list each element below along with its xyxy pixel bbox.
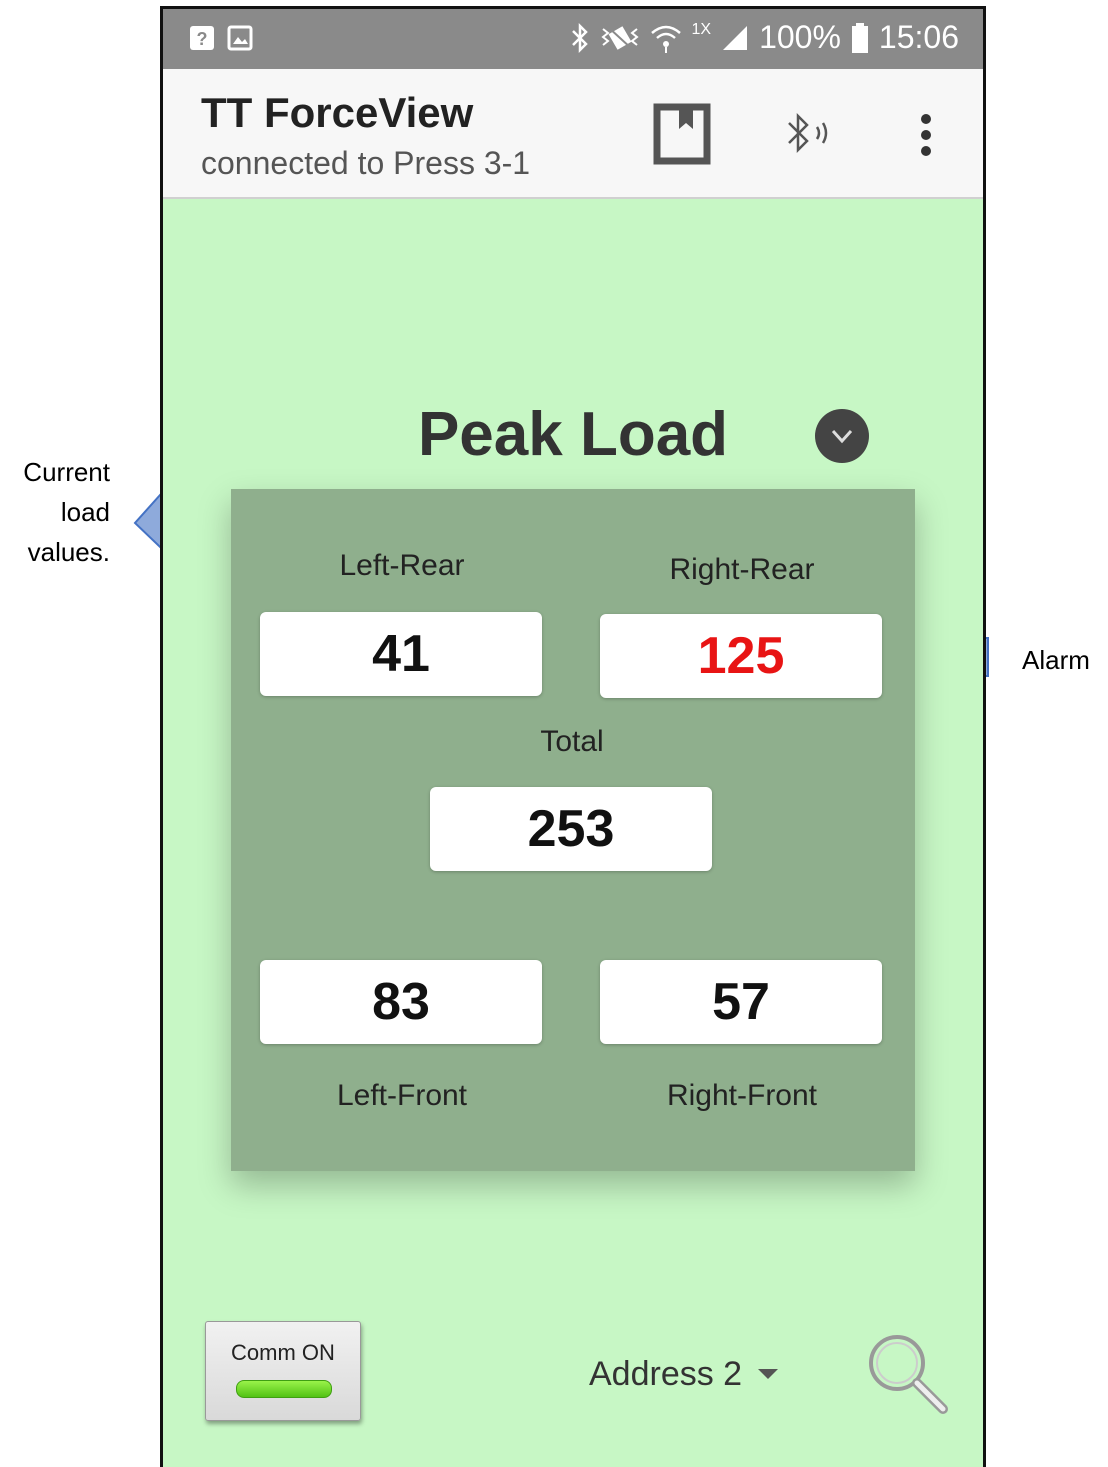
value-left-rear: 41 xyxy=(260,612,542,696)
callout-line: values. xyxy=(27,537,110,567)
search-icon[interactable] xyxy=(863,1329,953,1419)
address-value: Address 2 xyxy=(589,1354,743,1393)
mode-dropdown-button[interactable] xyxy=(815,409,869,463)
help-icon: ? xyxy=(190,26,214,50)
callout-line: load xyxy=(60,497,110,527)
battery-icon xyxy=(851,22,868,53)
label-left-front: Left-Front xyxy=(336,1079,468,1112)
callout-line: Current xyxy=(23,457,110,487)
label-right-rear: Right-Rear xyxy=(669,553,815,586)
value-right-rear-alarm: 125 xyxy=(600,614,882,698)
comm-status-led xyxy=(236,1380,332,1398)
label-left-rear: Left-Rear xyxy=(339,549,465,582)
bookmark-icon[interactable] xyxy=(653,103,711,165)
address-dropdown[interactable]: Address 2 xyxy=(589,1349,779,1399)
app-title: TT ForceView xyxy=(201,89,474,136)
comm-button-label: Comm ON xyxy=(231,1340,335,1365)
vibrate-icon xyxy=(600,25,639,50)
mode-title: Peak Load xyxy=(417,400,729,469)
svg-text:?: ? xyxy=(197,29,208,49)
image-icon xyxy=(227,25,253,51)
wifi-icon xyxy=(650,25,681,53)
battery-percent: 100% xyxy=(759,19,841,55)
phone-screen: ? 1X 100% 15:06 TT ForceView connected t… xyxy=(160,6,986,1467)
clock: 15:06 xyxy=(878,19,959,55)
label-total: Total xyxy=(540,725,604,758)
value-total: 253 xyxy=(430,787,712,871)
app-bar: TT ForceView connected to Press 3-1 xyxy=(163,69,983,199)
current-load-callout: Current load values. xyxy=(0,452,110,572)
more-vert-icon[interactable] xyxy=(917,113,935,157)
signal-icon xyxy=(723,25,748,50)
alarm-callout: Alarm xyxy=(1022,645,1090,675)
value-right-front: 57 xyxy=(600,960,882,1044)
chevron-down-icon xyxy=(831,429,853,444)
bluetooth-icon xyxy=(571,22,588,53)
value-left-front: 83 xyxy=(260,960,542,1044)
bluetooth-connected-icon[interactable] xyxy=(783,109,843,159)
load-panel: Left-Rear Right-Rear 41 125 Total 253 83… xyxy=(231,489,915,1171)
connection-status: connected to Press 3-1 xyxy=(201,145,531,181)
dropdown-caret-icon xyxy=(758,1369,779,1379)
comm-toggle-button[interactable]: Comm ON xyxy=(205,1321,361,1421)
status-bar: ? 1X 100% 15:06 xyxy=(163,9,983,69)
label-right-front: Right-Front xyxy=(666,1079,818,1112)
network-tag: 1X xyxy=(691,21,712,38)
status-right-group: 1X 100% 15:06 xyxy=(570,19,959,56)
